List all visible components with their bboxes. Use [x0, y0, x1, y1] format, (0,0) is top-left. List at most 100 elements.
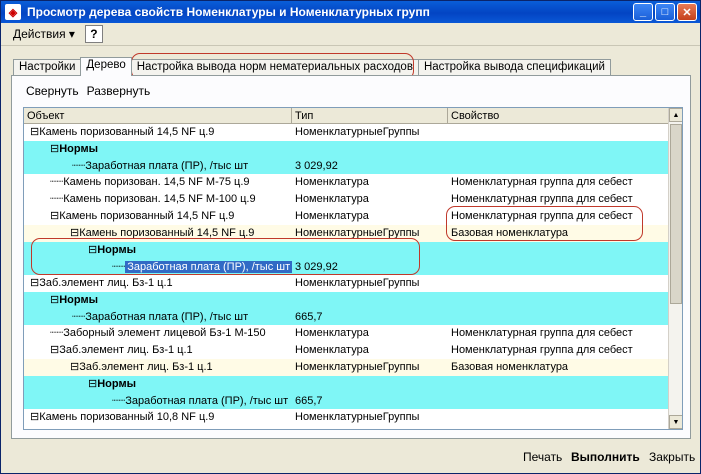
- property-cell[interactable]: Номенклатурная группа для себест: [448, 208, 669, 225]
- property-cell[interactable]: Номенклатурная группа для себест: [448, 342, 669, 359]
- type-cell[interactable]: [292, 242, 448, 259]
- property-cell[interactable]: Номенклатурная группа для себест: [448, 174, 669, 191]
- actions-menu[interactable]: Действия ▾: [9, 25, 79, 43]
- type-cell[interactable]: НоменклатурныеГруппы: [292, 409, 448, 426]
- tree-collapse-icon[interactable]: ⊟: [30, 409, 39, 426]
- scroll-down-icon[interactable]: ▼: [669, 415, 682, 429]
- tab-specifications[interactable]: Настройка вывода спецификаций: [417, 59, 611, 76]
- table-row[interactable]: ⊟Камень поризованный 10,8 NF ц.9 Номенкла…: [24, 409, 669, 426]
- property-cell[interactable]: Базовая номенклатура: [448, 225, 669, 242]
- property-cell[interactable]: [448, 141, 669, 158]
- tree-collapse-icon[interactable]: ⊟: [30, 124, 39, 141]
- property-cell[interactable]: [448, 409, 669, 426]
- expand-button[interactable]: Развернуть: [87, 84, 151, 98]
- object-cell[interactable]: ⊟Нормы: [24, 292, 292, 309]
- type-cell[interactable]: НоменклатурныеГруппы: [292, 275, 448, 292]
- tree-collapse-icon[interactable]: ⊟: [88, 376, 97, 393]
- property-cell[interactable]: Базовая номенклатура: [448, 359, 669, 376]
- table-row[interactable]: ⊟Нормы: [24, 141, 669, 158]
- type-cell[interactable]: НоменклатурныеГруппы: [292, 225, 448, 242]
- type-cell[interactable]: Номенклатура: [292, 325, 448, 342]
- scroll-thumb[interactable]: [670, 124, 682, 304]
- property-cell[interactable]: [448, 158, 669, 175]
- print-button[interactable]: Печать: [523, 450, 562, 464]
- type-cell[interactable]: Номенклатура: [292, 191, 448, 208]
- table-row[interactable]: ⊟Нормы: [24, 376, 669, 393]
- type-cell[interactable]: НоменклатурныеГруппы: [292, 359, 448, 376]
- property-cell[interactable]: [448, 376, 669, 393]
- type-cell[interactable]: 3 029,92: [292, 259, 448, 276]
- type-cell[interactable]: 665,7: [292, 393, 448, 410]
- minimize-button[interactable]: _: [633, 3, 653, 21]
- tab-nonmaterial-norms[interactable]: Настройка вывода норм нематериальных рас…: [130, 59, 419, 76]
- tree-collapse-icon[interactable]: ⊟: [50, 141, 59, 158]
- type-cell[interactable]: [292, 292, 448, 309]
- property-cell[interactable]: Номенклатурная группа для себест: [448, 191, 669, 208]
- tab-tree[interactable]: Дерево: [80, 57, 132, 76]
- table-row[interactable]: ┈┈Камень поризован. 14,5 NF М-75 ц.9 Номе…: [24, 174, 669, 191]
- property-cell[interactable]: [448, 259, 669, 276]
- table-row[interactable]: ⊟Камень поризованный 14,5 NF ц.9 Номенкла…: [24, 208, 669, 225]
- column-object[interactable]: Объект: [24, 108, 292, 124]
- type-cell[interactable]: 665,7: [292, 309, 448, 326]
- property-cell[interactable]: [448, 309, 669, 326]
- object-cell[interactable]: ⊟Заб.элемент лиц. Бз-1 ц.1: [24, 275, 292, 292]
- property-cell[interactable]: [448, 124, 669, 141]
- column-type[interactable]: Тип: [292, 108, 448, 124]
- tree-grid[interactable]: Объект Тип Свойство ⊟Камень поризованный…: [23, 107, 683, 430]
- property-cell[interactable]: [448, 242, 669, 259]
- table-row[interactable]: ┈┈Заработная плата (ПР), /тыс шт 665,7: [24, 308, 669, 326]
- column-property[interactable]: Свойство: [448, 108, 669, 124]
- type-cell[interactable]: [292, 141, 448, 158]
- object-cell[interactable]: ┈┈Камень поризован. 14,5 NF М-75 ц.9: [24, 174, 292, 191]
- table-row[interactable]: ┈┈Заработная плата (ПР), /тыс шт3 029,92: [24, 157, 669, 175]
- object-cell[interactable]: ┈┈Заработная плата (ПР), /тыс шт: [24, 309, 292, 326]
- object-cell[interactable]: ⊟Камень поризованный 10,8 NF ц.9: [24, 409, 292, 426]
- object-cell[interactable]: ┈┈Камень поризован. 14,5 NF М-100 ц.9: [24, 191, 292, 208]
- object-cell[interactable]: ⊟Камень поризованный 14,5 NF ц.9: [24, 225, 292, 242]
- property-cell[interactable]: [448, 292, 669, 309]
- tree-collapse-icon[interactable]: ⊟: [70, 225, 79, 242]
- tree-collapse-icon[interactable]: ⊟: [50, 208, 59, 225]
- title-bar[interactable]: ◈ Просмотр дерева свойств Номенклатуры и…: [1, 1, 700, 23]
- type-cell[interactable]: НоменклатурныеГруппы: [292, 124, 448, 141]
- table-row[interactable]: ⊟Заб.элемент лиц. Бз-1 ц.1 Номенклатурные…: [24, 359, 669, 376]
- table-row[interactable]: ┈┈Заработная плата (ПР), /тыс шт 665,7: [24, 392, 669, 410]
- object-cell[interactable]: ┈┈Заработная плата (ПР), /тыс шт: [24, 393, 292, 410]
- tree-collapse-icon[interactable]: ⊟: [30, 275, 39, 292]
- object-cell[interactable]: ⊟Камень поризованный 14,5 NF ц.9: [24, 124, 292, 141]
- table-row[interactable]: ⊟Камень поризованный 14,5 NF ц.9 Номенкла…: [24, 225, 669, 242]
- type-cell[interactable]: Номенклатура: [292, 208, 448, 225]
- table-row[interactable]: ⊟Камень поризованный 14,5 NF ц.9 Номенкла…: [24, 124, 669, 141]
- run-button[interactable]: Выполнить: [571, 450, 640, 464]
- close-button[interactable]: Закрыть: [649, 450, 695, 464]
- object-cell[interactable]: ⊟Нормы: [24, 141, 292, 158]
- table-row[interactable]: ⊟Нормы: [24, 242, 669, 259]
- property-cell[interactable]: [448, 275, 669, 292]
- object-cell[interactable]: ⊟Нормы: [24, 376, 292, 393]
- tab-settings[interactable]: Настройки: [13, 59, 82, 76]
- table-row[interactable]: ┈┈Камень поризован. 14,5 NF М-100 ц.9 Ном…: [24, 191, 669, 208]
- property-cell[interactable]: Номенклатурная группа для себест: [448, 325, 669, 342]
- tree-collapse-icon[interactable]: ⊟: [50, 342, 59, 359]
- object-cell[interactable]: ⊟Заб.элемент лиц. Бз-1 ц.1: [24, 342, 292, 359]
- object-cell[interactable]: ⊟Заб.элемент лиц. Бз-1 ц.1: [24, 359, 292, 376]
- object-cell[interactable]: ⊟Камень поризованный 14,5 NF ц.9: [24, 208, 292, 225]
- tree-collapse-icon[interactable]: ⊟: [50, 292, 59, 309]
- tree-collapse-icon[interactable]: ⊟: [88, 242, 97, 259]
- maximize-button[interactable]: □: [655, 3, 675, 21]
- close-window-button[interactable]: ✕: [677, 3, 697, 21]
- collapse-button[interactable]: Свернуть: [26, 84, 79, 98]
- table-row[interactable]: ┈┈Заработная плата (ПР), /тыс шт3 029,92: [24, 258, 669, 276]
- table-row[interactable]: ⊟Нормы: [24, 292, 669, 309]
- type-cell[interactable]: Номенклатура: [292, 342, 448, 359]
- type-cell[interactable]: Номенклатура: [292, 174, 448, 191]
- vertical-scrollbar[interactable]: ▲ ▼: [668, 108, 682, 429]
- table-row[interactable]: ┈┈Заборный элемент лицевой Бз-1 М-150 Ном…: [24, 325, 669, 342]
- type-cell[interactable]: 3 029,92: [292, 158, 448, 175]
- object-cell[interactable]: ⊟Нормы: [24, 242, 292, 259]
- help-button[interactable]: ?: [84, 25, 103, 43]
- type-cell[interactable]: [292, 376, 448, 393]
- object-cell[interactable]: ┈┈Заработная плата (ПР), /тыс шт: [24, 158, 292, 175]
- table-row[interactable]: ⊟Заб.элемент лиц. Бз-1 ц.1 Номенклатура Но…: [24, 342, 669, 359]
